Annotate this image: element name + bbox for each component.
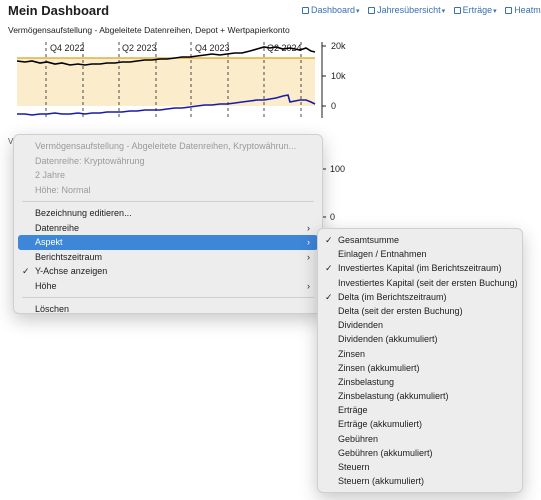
menu-info-title: Vermögensaufstellung - Abgeleitete Daten… xyxy=(35,141,297,151)
submenu-item[interactable]: ✓ Gesamtsumme xyxy=(322,233,518,247)
checkmark-icon: ✓ xyxy=(22,266,30,276)
caret-down-icon: ▾ xyxy=(493,8,497,15)
wealth-chart[interactable]: 20k 10k 0 Q4 2022 Q2 2023 Q4 2023 Q2 202… xyxy=(0,38,360,124)
chevron-right-icon: › xyxy=(307,237,310,247)
dashboard-icon xyxy=(302,7,309,14)
submenu-item[interactable]: Zinsen (akkumuliert) xyxy=(322,361,518,375)
x-tick-label: Q4 2023 xyxy=(195,43,230,53)
nav-jahresuebersicht-link[interactable]: Jahresübersicht▾ xyxy=(368,5,445,15)
y-tick-label: 0 xyxy=(330,212,335,222)
aspect-submenu: ✓ Gesamtsumme Einlagen / Entnahmen ✓ Inves… xyxy=(317,228,523,493)
menu-item-datenreihe[interactable]: Datenreihe › xyxy=(18,221,318,236)
x-tick-label: Q2 2023 xyxy=(122,43,157,53)
menu-item-edit-label[interactable]: Bezeichnung editieren... xyxy=(18,206,318,221)
crypto-chart[interactable]: 100 0 xyxy=(314,150,374,230)
menu-info-series: Datenreihe: Kryptowährung xyxy=(35,155,145,166)
dashboard-header: Mein Dashboard Dashboard▾ Jahresübersich… xyxy=(0,0,541,22)
menu-separator xyxy=(22,297,314,298)
y-tick-label: 10k xyxy=(331,71,346,81)
submenu-item[interactable]: Delta (seit der ersten Buchung) xyxy=(322,304,518,318)
submenu-item[interactable]: Zinsen xyxy=(322,347,518,361)
y-tick-label: 20k xyxy=(331,41,346,51)
submenu-item[interactable]: Erträge xyxy=(322,403,518,417)
submenu-item[interactable]: Zinsbelastung xyxy=(322,375,518,389)
checkmark-icon: ✓ xyxy=(325,235,333,245)
nav-dashboard-link[interactable]: Dashboard▾ xyxy=(302,5,360,15)
page-title: Mein Dashboard xyxy=(8,3,110,18)
menu-item-delete[interactable]: Löschen xyxy=(18,302,318,317)
chart-title: Vermögensaufstellung - Abgeleitete Daten… xyxy=(8,25,290,35)
checkmark-icon: ✓ xyxy=(325,291,333,302)
submenu-item[interactable]: Steuern (akkumuliert) xyxy=(322,474,518,488)
submenu-item[interactable]: Einlagen / Entnahmen xyxy=(322,247,518,261)
caret-down-icon: ▾ xyxy=(441,8,446,15)
submenu-item[interactable]: Gebühren (akkumuliert) xyxy=(322,446,518,460)
nav-heatmaps-link[interactable]: Heatmaps xyxy=(505,5,541,15)
menu-item-y-axis[interactable]: ✓ Y-Achse anzeigen xyxy=(18,264,318,279)
menu-item-hoehe[interactable]: Höhe › xyxy=(18,279,318,294)
submenu-item[interactable]: Zinsbelastung (akkumuliert) xyxy=(322,389,518,403)
submenu-item[interactable]: Erträge (akkumuliert) xyxy=(322,417,518,431)
nav-ertraege-link[interactable]: Erträge▾ xyxy=(453,5,497,15)
menu-item-berichtszeitraum[interactable]: Berichtszeitraum › xyxy=(18,250,318,265)
caret-down-icon: ▾ xyxy=(356,8,360,15)
x-tick-label: Q4 2022 xyxy=(50,43,85,53)
y-tick-label: 0 xyxy=(331,101,336,111)
submenu-item[interactable]: Dividenden xyxy=(322,318,518,332)
context-menu: Vermögensaufstellung - Abgeleitete Daten… xyxy=(13,134,323,314)
menu-separator xyxy=(22,201,314,202)
menu-item-aspekt[interactable]: Aspekt › xyxy=(18,235,318,250)
calendar-icon xyxy=(368,7,376,14)
menu-info-height: Höhe: Normal xyxy=(35,184,91,195)
chevron-right-icon: › xyxy=(307,251,310,262)
submenu-item[interactable]: Dividenden (akkumuliert) xyxy=(322,332,518,346)
chevron-right-icon: › xyxy=(307,222,310,233)
top-navigation: Dashboard▾ Jahresübersicht▾ Erträge▾ Hea… xyxy=(302,5,541,15)
submenu-item[interactable]: Investiertes Kapital (seit der ersten Bu… xyxy=(322,276,518,290)
income-icon xyxy=(453,7,461,14)
checkmark-icon: ✓ xyxy=(325,263,333,274)
menu-info-period: 2 Jahre xyxy=(35,170,66,180)
submenu-item[interactable]: Gebühren xyxy=(322,432,518,446)
chevron-right-icon: › xyxy=(307,280,310,291)
heatmap-icon xyxy=(505,7,513,14)
submenu-item[interactable]: Steuern xyxy=(322,460,518,474)
y-tick-label: 100 xyxy=(330,164,345,174)
submenu-item[interactable]: ✓ Investiertes Kapital (im Berichtszeitra… xyxy=(322,261,518,275)
submenu-item[interactable]: ✓ Delta (im Berichtszeitraum) xyxy=(322,290,518,304)
